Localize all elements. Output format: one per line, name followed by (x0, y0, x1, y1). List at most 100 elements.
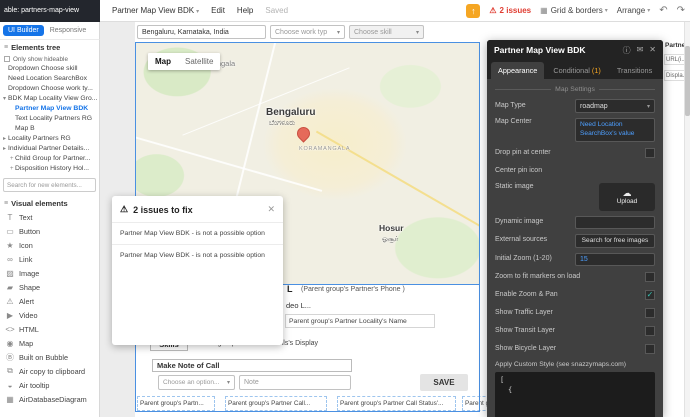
traffic-layer-checkbox[interactable] (645, 308, 655, 319)
bicycle-layer-checkbox[interactable] (645, 344, 655, 355)
menu-edit[interactable]: Edit (211, 6, 225, 15)
search-new-elements-input[interactable]: Search for new elements... (3, 178, 96, 192)
property-editor-tabs: Appearance Conditional (1) Transitions (487, 60, 663, 79)
map-pin-icon: ◉ (6, 338, 14, 348)
center-pin-row: Center pin icon (495, 166, 543, 174)
tab-conditional[interactable]: Conditional (1) (546, 62, 607, 79)
scrollbar-thumb[interactable] (685, 46, 690, 116)
page-selector[interactable]: Partner Map View BDK ▾ (112, 6, 199, 15)
initial-zoom-input[interactable]: 15 (575, 252, 655, 266)
issue-item[interactable]: Partner Map View BDK - is not a possible… (112, 222, 283, 244)
palette-item-air-copy-to-clipboard[interactable]: ⧉ Air copy to clipboard (0, 364, 99, 378)
tree-item-bdk-map-locality-group[interactable]: ▾ BDK Map Locality View Gro... (0, 94, 99, 104)
undo-icon[interactable]: ↶ (659, 5, 667, 16)
enable-pan-checkbox[interactable]: ✓ (645, 290, 655, 301)
visual-elements-header[interactable]: ≡ Visual elements (0, 196, 99, 210)
tab-appearance[interactable]: Appearance (491, 62, 545, 79)
menu-help[interactable]: Help (237, 6, 253, 15)
map-center-expression[interactable]: Need Location SearchBox's value (575, 118, 655, 142)
info-icon[interactable]: ⓘ (623, 45, 631, 56)
vertical-scrollbar[interactable] (684, 22, 690, 417)
palette-item-air-tooltip[interactable]: ◒ Air tooltip (0, 378, 99, 392)
search-free-images-button[interactable]: Search for free images (575, 233, 655, 248)
bubble-icon: Ⓑ (6, 352, 14, 362)
upload-button[interactable]: ☁ Upload (599, 182, 655, 211)
tab-ui-builder[interactable]: UI Builder (3, 25, 44, 36)
drop-pin-checkbox[interactable] (645, 148, 655, 159)
rg-cell-partner-call[interactable]: Parent group's Partner Call... (225, 396, 327, 411)
zoom-fit-checkbox[interactable] (645, 272, 655, 283)
palette-item-video[interactable]: ▶ Video (0, 308, 99, 322)
only-show-hideable-filter[interactable]: Only show hideable (0, 54, 99, 64)
close-icon[interactable]: ✕ (267, 204, 275, 215)
satellite-button[interactable]: Satellite (178, 57, 220, 66)
tree-item-dropdown-choose-skill[interactable]: Dropdown Choose skill (0, 64, 99, 74)
make-note-of-call-header: Make Note of Call (152, 359, 352, 372)
tree-item-dropdown-choose-work-type[interactable]: Dropdown Choose work ty... (0, 84, 99, 94)
note-input[interactable]: Note (239, 375, 351, 390)
tab-responsive[interactable]: Responsive (50, 27, 87, 34)
tab-transitions[interactable]: Transitions (610, 62, 659, 79)
issues-popup-header: ⚠ 2 issues to fix ✕ (112, 196, 283, 222)
custom-style-label: Apply Custom Style (see snazzymaps.com) (495, 360, 627, 368)
tree-item-map-b[interactable]: Map B (0, 124, 99, 134)
link-icon: ∞ (7, 254, 13, 264)
palette-item-image[interactable]: ▨ Image (0, 266, 99, 280)
tree-item-disposition-history[interactable]: +Disposition History Hol... (0, 164, 99, 174)
palette-item-built-on-bubble[interactable]: Ⓑ Built on Bubble (0, 350, 99, 364)
tree-item-partner-map-view-bdk[interactable]: Partner Map View BDK (0, 104, 99, 114)
text-icon: T (7, 212, 13, 222)
video-link-fragment[interactable]: deo L... (286, 301, 311, 310)
work-type-dropdown[interactable]: Choose work typ ▾ (270, 25, 345, 39)
palette-item-airdatabasediagram[interactable]: ▦ AirDatabaseDiagram (0, 392, 99, 406)
save-button[interactable]: SAVE (420, 374, 468, 391)
palette-item-link[interactable]: ∞ Link (0, 252, 99, 266)
hamburger-icon: ≡ (4, 43, 9, 51)
map-marker-pin[interactable] (294, 124, 313, 143)
deploy-icon[interactable]: ↑ (466, 3, 481, 18)
rg-cell-partner[interactable]: Parent group's Partn... (137, 396, 215, 411)
comment-icon[interactable]: ✉ (637, 45, 644, 56)
close-icon[interactable]: ✕ (649, 45, 656, 56)
map-type-control: Map Satellite (148, 53, 221, 70)
palette-item-shape[interactable]: ▰ Shape (0, 280, 99, 294)
issue-item[interactable]: Partner Map View BDK - is not a possible… (112, 244, 283, 266)
elements-tree-header[interactable]: ≡ Elements tree (0, 40, 99, 54)
tree-item-child-group-for-partner[interactable]: +Child Group for Partner... (0, 154, 99, 164)
top-toolbar: able: partners-map-view Partner Map View… (0, 0, 690, 22)
drop-pin-row: Drop pin at center (495, 147, 655, 160)
location-search-input[interactable]: Bengaluru, Karnataka, India (137, 25, 266, 39)
tree-item-individual-partner-details[interactable]: ▸ Individual Partner Details... (0, 144, 99, 154)
tree-item-locality-partners-rg[interactable]: ▸ Locality Partners RG (0, 134, 99, 144)
map-button[interactable]: Map (148, 57, 178, 66)
skill-dropdown[interactable]: Choose skill ▾ (349, 25, 424, 39)
custom-style-code-editor[interactable]: [ { (495, 371, 655, 417)
redo-icon[interactable]: ↷ (677, 5, 685, 16)
saved-status: Saved (265, 6, 289, 15)
checkbox[interactable] (4, 56, 10, 62)
dynamic-image-row: Dynamic image (495, 215, 655, 229)
dynamic-image-input[interactable] (575, 215, 655, 229)
tree-item-need-location-searchbox[interactable]: Need Location SearchBox (0, 74, 99, 84)
issues-indicator[interactable]: ⚠ 2 issues (489, 6, 531, 15)
tree-item-text-locality-partners-rg[interactable]: Text Locality Partners RG (0, 114, 99, 124)
property-editor-header[interactable]: Partner Map View BDK ⓘ ✉ ✕ (487, 40, 663, 60)
grid-borders-button[interactable]: ▦ Grid & borders ▾ (540, 6, 608, 15)
palette-item-alert[interactable]: ⚠ Alert (0, 294, 99, 308)
arrange-button[interactable]: Arrange ▾ (617, 6, 650, 15)
map-label-hosur: Hosur (379, 223, 404, 233)
enable-pan-row: Enable Zoom & Pan ✓ (495, 290, 655, 301)
palette-item-icon[interactable]: ★ Icon (0, 238, 99, 252)
map-type-select[interactable]: roadmap ▾ (575, 99, 655, 113)
alert-icon: ⚠ (6, 296, 14, 306)
rg-cell-partner-call-status[interactable]: Parent group's Partner Call Status'... (337, 396, 456, 411)
tooltip-icon: ◒ (7, 380, 13, 390)
palette-item-html[interactable]: <> HTML (0, 322, 99, 336)
hamburger-icon: ≡ (4, 199, 9, 207)
palette-item-button[interactable]: ▭ Button (0, 224, 99, 238)
palette-item-text[interactable]: T Text (0, 210, 99, 224)
palette-item-map[interactable]: ◉ Map (0, 336, 99, 350)
chevron-down-icon: ▾ (196, 9, 200, 15)
call-option-dropdown[interactable]: Choose an option... ▾ (158, 375, 235, 390)
transit-layer-checkbox[interactable] (645, 326, 655, 337)
